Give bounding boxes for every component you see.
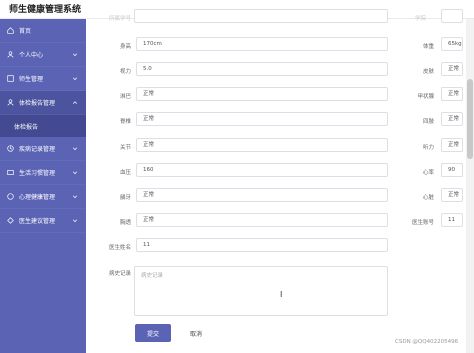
dental-caries-label: 龋牙 bbox=[119, 195, 131, 201]
blood-pressure-input[interactable]: 160 bbox=[136, 163, 388, 177]
doctor-name-input[interactable]: 11 bbox=[136, 238, 388, 252]
heart-rate-label: 心率 bbox=[422, 170, 434, 176]
sidebar-item-profile[interactable]: 个人中心 bbox=[0, 43, 86, 67]
history-textarea[interactable]: 病史记录 bbox=[134, 266, 388, 316]
text-cursor-icon: I bbox=[280, 290, 283, 299]
sidebar-item-label: 体检报告管理 bbox=[19, 100, 56, 107]
college-input[interactable] bbox=[441, 9, 463, 23]
doctor-name-label: 医生姓名 bbox=[108, 245, 131, 251]
student-id-input[interactable] bbox=[134, 9, 388, 23]
sidebar-item-label: 疾病记录管理 bbox=[19, 146, 56, 153]
sidebar-item-habits[interactable]: 生活习惯管理 bbox=[0, 161, 86, 185]
doctor-account-input[interactable]: 11 bbox=[441, 213, 463, 227]
hearing-input[interactable]: 正常 bbox=[441, 138, 463, 152]
spine-label: 脊椎 bbox=[119, 119, 131, 125]
heart-icon bbox=[6, 192, 15, 201]
sidebar: 首页 个人中心 师生管理 体检报告管理 体检报告 疾病记录管理 生活习惯管理 心… bbox=[0, 19, 86, 353]
heart-input[interactable]: 正常 bbox=[441, 188, 463, 202]
vision-label: 视力 bbox=[119, 69, 131, 75]
weight-input[interactable]: 65kg bbox=[441, 37, 463, 51]
sidebar-item-label: 生活习惯管理 bbox=[19, 170, 56, 177]
limbs-label: 四肢 bbox=[422, 119, 434, 125]
chevron-down-icon bbox=[72, 171, 78, 175]
cancel-button[interactable]: 取消 bbox=[181, 324, 211, 342]
chevron-down-icon bbox=[72, 77, 78, 81]
clock-icon bbox=[6, 144, 15, 153]
sidebar-item-label: 师生管理 bbox=[19, 76, 44, 83]
spine-input[interactable]: 正常 bbox=[136, 112, 388, 126]
sidebar-item-label: 个人中心 bbox=[19, 52, 44, 59]
watermark: CSDN @QQ402205496 bbox=[395, 339, 459, 345]
sidebar-subitem-report[interactable]: 体检报告 bbox=[0, 115, 86, 137]
heart-rate-input[interactable]: 90 bbox=[441, 163, 463, 177]
lymph-input[interactable]: 正常 bbox=[136, 87, 388, 101]
home-icon bbox=[6, 26, 15, 35]
weight-label: 体重 bbox=[422, 44, 434, 50]
submit-button[interactable]: 提交 bbox=[135, 324, 171, 342]
sidebar-item-label: 心理健康管理 bbox=[19, 194, 56, 201]
chevron-down-icon bbox=[72, 147, 78, 151]
sidebar-item-teachers-students[interactable]: 师生管理 bbox=[0, 67, 86, 91]
field-label: 学院 bbox=[414, 16, 426, 22]
sidebar-item-disease[interactable]: 疾病记录管理 bbox=[0, 137, 86, 161]
height-label: 身高 bbox=[119, 44, 131, 50]
thyroid-input[interactable]: 正常 bbox=[441, 87, 463, 101]
sidebar-item-home[interactable]: 首页 bbox=[0, 19, 86, 43]
app-window: 师生健康管理系统 首页 个人中心 师生管理 体检报告管理 体检报告 疾病记录管理… bbox=[0, 0, 474, 353]
report-icon bbox=[6, 98, 15, 107]
chevron-down-icon bbox=[72, 195, 78, 199]
joint-input[interactable]: 正常 bbox=[136, 138, 388, 152]
scrollbar-thumb[interactable] bbox=[467, 79, 473, 159]
skin-label: 皮肤 bbox=[422, 69, 434, 75]
sidebar-item-advice[interactable]: 医生建议管理 bbox=[0, 209, 86, 233]
people-icon bbox=[6, 74, 15, 83]
chevron-down-icon bbox=[72, 219, 78, 223]
skin-input[interactable]: 正常 bbox=[441, 62, 463, 76]
field-label: 所属学号 bbox=[108, 16, 131, 22]
sidebar-item-mental[interactable]: 心理健康管理 bbox=[0, 185, 86, 209]
doctor-account-label: 医生账号 bbox=[411, 220, 434, 226]
history-label: 病史记录 bbox=[108, 271, 131, 277]
habit-icon bbox=[6, 168, 15, 177]
hearing-label: 听力 bbox=[422, 145, 434, 151]
lymph-label: 淋巴 bbox=[119, 94, 131, 100]
main-form-area: 所属学号 学院 身高 170cm 视力 5.0 淋巴 正常 脊椎 正常 关节 正… bbox=[86, 9, 474, 353]
advice-icon bbox=[6, 216, 15, 225]
chest-xray-input[interactable]: 正常 bbox=[136, 213, 388, 227]
joint-label: 关节 bbox=[119, 145, 131, 151]
sidebar-item-report-management[interactable]: 体检报告管理 bbox=[0, 91, 86, 115]
vision-input[interactable]: 5.0 bbox=[136, 62, 388, 76]
heart-label: 心脏 bbox=[422, 195, 434, 201]
dental-caries-input[interactable]: 正常 bbox=[136, 188, 388, 202]
sidebar-item-label: 首页 bbox=[19, 28, 32, 35]
user-icon bbox=[6, 50, 15, 59]
blood-pressure-label: 血压 bbox=[119, 170, 131, 176]
vertical-scrollbar[interactable] bbox=[466, 19, 474, 353]
sidebar-item-label: 医生建议管理 bbox=[19, 218, 56, 225]
limbs-input[interactable]: 正常 bbox=[441, 112, 463, 126]
app-title: 师生健康管理系统 bbox=[9, 5, 82, 15]
chevron-down-icon bbox=[72, 53, 78, 57]
chevron-up-icon bbox=[72, 101, 78, 104]
chest-xray-label: 胸透 bbox=[119, 220, 131, 226]
thyroid-label: 甲状腺 bbox=[417, 94, 434, 100]
sidebar-item-label: 体检报告 bbox=[14, 123, 39, 131]
height-input[interactable]: 170cm bbox=[136, 37, 388, 51]
